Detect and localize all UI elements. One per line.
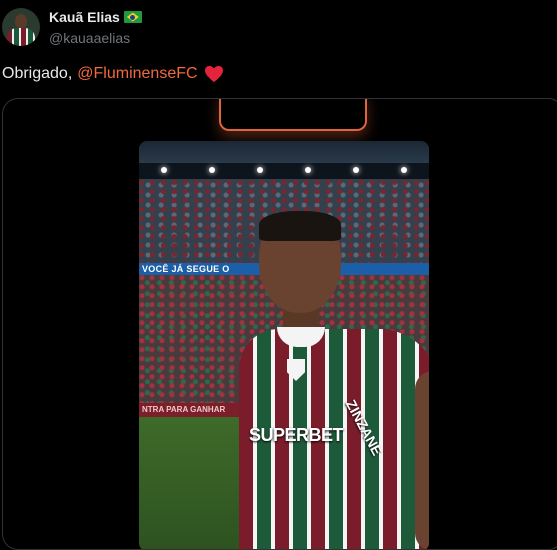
- tweet-text: Obrigado, @FluminenseFC: [2, 65, 224, 83]
- red-heart-icon: [204, 65, 223, 83]
- jersey-sponsor: SUPERBET: [249, 425, 344, 445]
- floodlight: [305, 167, 311, 173]
- player-hair: [259, 211, 341, 241]
- player: SUPERBET ZINZANE: [239, 211, 429, 549]
- brazil-flag-icon: [123, 11, 142, 23]
- avatar-shirt: [7, 28, 35, 46]
- tweet-body: Obrigado,: [2, 65, 73, 82]
- author-name[interactable]: Kauã Elias: [49, 9, 120, 25]
- video-frame[interactable]: VOCÊ JÁ SEGUE O NTRA PARA GANHAR SUPERBE…: [139, 141, 429, 549]
- stadium-roof: [139, 141, 429, 163]
- mention-link[interactable]: @FluminenseFC: [77, 65, 197, 83]
- floodlight: [257, 167, 263, 173]
- player-arm: [415, 371, 429, 549]
- tweet-media[interactable]: VOCÊ JÁ SEGUE O NTRA PARA GANHAR SUPERBE…: [2, 98, 557, 550]
- author-avatar[interactable]: [2, 8, 40, 46]
- floodlight: [353, 167, 359, 173]
- author-handle[interactable]: @kauaaelias: [49, 30, 130, 46]
- floodlight: [161, 167, 167, 173]
- stadium-lights: [139, 163, 429, 179]
- avatar-head: [15, 14, 27, 29]
- floodlight: [209, 167, 215, 173]
- author-name-row[interactable]: Kauã Elias: [49, 9, 142, 25]
- floodlight: [401, 167, 407, 173]
- media-highlight-frame: [219, 99, 367, 131]
